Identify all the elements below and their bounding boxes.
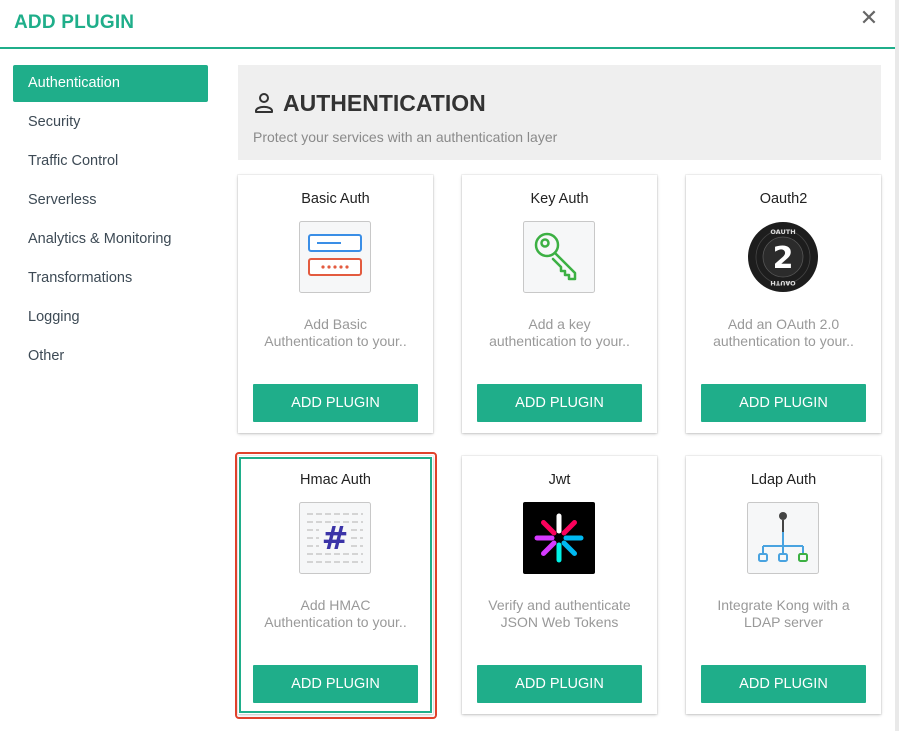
- plugin-card-hmac-auth: Hmac Auth # Add HMAC Authentication to yo…: [238, 456, 433, 714]
- add-plugin-button[interactable]: ADD PLUGIN: [477, 665, 642, 703]
- plugin-card-jwt: Jwt Verify and authenticate JSON Web Toke…: [462, 456, 657, 714]
- plugin-card-description: Add an OAuth 2.0 authentication to your..: [713, 316, 854, 349]
- svg-text:OAUTH: OAUTH: [770, 228, 795, 236]
- user-icon: [255, 93, 273, 113]
- sidebar-item-logging[interactable]: Logging: [13, 299, 208, 338]
- plugin-card-title: Key Auth: [530, 191, 589, 207]
- window-edge: [895, 0, 899, 731]
- close-icon[interactable]: ✕: [858, 8, 880, 30]
- plugin-card-title: Jwt: [548, 472, 571, 488]
- add-plugin-button[interactable]: ADD PLUGIN: [701, 665, 866, 703]
- plugin-card-basic-auth: Basic Auth Add Basic Authentication to yo…: [238, 175, 433, 433]
- oauth2-logo: OAUTH OAUTH 2: [748, 222, 818, 292]
- basic-auth-logo: [299, 221, 371, 293]
- section-subtitle: Protect your services with an authentica…: [253, 129, 558, 145]
- plugin-card-title: Hmac Auth: [300, 472, 371, 488]
- plugin-card-description: Integrate Kong with a LDAP server: [717, 597, 850, 630]
- modal-header: ADD PLUGIN ✕: [0, 0, 895, 49]
- sidebar-item-authentication[interactable]: Authentication: [13, 65, 208, 102]
- plugin-card-oauth2: Oauth2 OAUTH OAUTH 2 Add an OAuth 2.0 aut…: [686, 175, 881, 433]
- svg-text:#: #: [322, 519, 349, 557]
- svg-text:2: 2: [773, 241, 794, 276]
- plugin-card-description: Verify and authenticate JSON Web Tokens: [488, 597, 631, 630]
- category-sidebar: Authentication Security Traffic Control …: [13, 65, 208, 377]
- plugin-card-title: Ldap Auth: [750, 472, 817, 488]
- plugin-card-description: Add Basic Authentication to your..: [264, 316, 407, 349]
- plugin-card-key-auth: Key Auth Add a key authentication to your…: [462, 175, 657, 433]
- plugin-card-title: Basic Auth: [301, 191, 370, 207]
- ldap-tree-logo: [747, 502, 819, 574]
- section-title: AUTHENTICATION: [283, 90, 486, 116]
- sidebar-item-traffic-control[interactable]: Traffic Control: [13, 143, 208, 182]
- sidebar-item-other[interactable]: Other: [13, 338, 208, 377]
- add-plugin-button[interactable]: ADD PLUGIN: [477, 384, 642, 422]
- modal-title: ADD PLUGIN: [14, 12, 135, 33]
- sidebar-item-transformations[interactable]: Transformations: [13, 260, 208, 299]
- svg-text:OAUTH: OAUTH: [770, 279, 795, 287]
- plugin-card-ldap-auth: Ldap Auth Integrate Kong with a LDAP serv…: [686, 456, 881, 714]
- hmac-hash-logo: #: [299, 502, 371, 574]
- jwt-logo: [523, 502, 595, 574]
- plugin-card-description: Add HMAC Authentication to your..: [264, 597, 407, 630]
- add-plugin-button[interactable]: ADD PLUGIN: [253, 665, 418, 703]
- sidebar-item-analytics-monitoring[interactable]: Analytics & Monitoring: [13, 221, 208, 260]
- plugin-card-description: Add a key authentication to your..: [489, 316, 630, 349]
- sidebar-item-serverless[interactable]: Serverless: [13, 182, 208, 221]
- add-plugin-button[interactable]: ADD PLUGIN: [701, 384, 866, 422]
- sidebar-item-security[interactable]: Security: [13, 104, 208, 143]
- section-header: AUTHENTICATION Protect your services wit…: [238, 65, 881, 160]
- plugin-card-title: Oauth2: [759, 191, 808, 207]
- key-icon: [523, 221, 595, 293]
- add-plugin-button[interactable]: ADD PLUGIN: [253, 384, 418, 422]
